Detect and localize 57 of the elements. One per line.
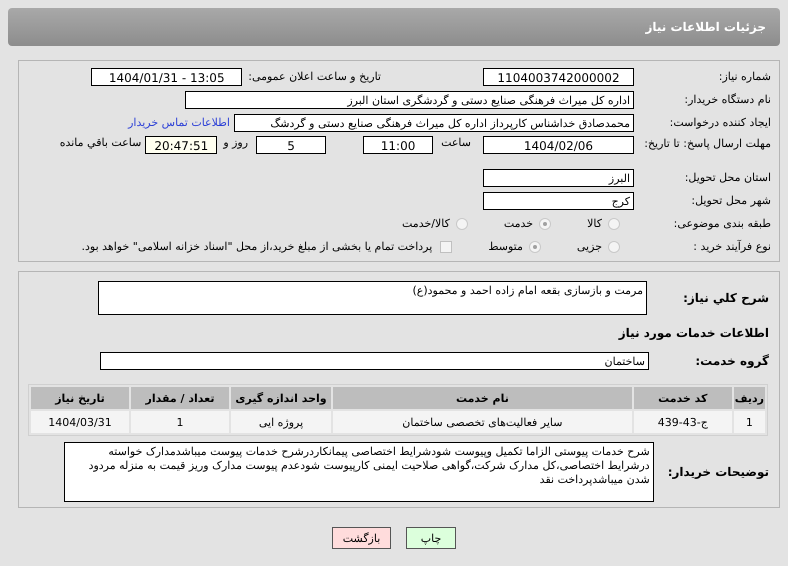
field-label: گروه خدمت: [699,354,770,368]
table-cell: سایر فعالیت‌های تخصصی ساختمان [333,411,632,433]
back-button[interactable]: بازگشت [332,527,391,549]
field-label: ایجاد کننده درخواست: [668,116,772,129]
column-header: واحد اندازه گیری [231,387,331,409]
field-label: تاریخ و ساعت اعلان عمومی: [248,70,381,83]
contact-link[interactable]: اطلاعات تماس خریدار [128,116,230,129]
column-header: نام خدمت [333,387,632,409]
text-field[interactable]: اداره کل میراث فرهنگی صنایع دستی و گردشگری استان البرز [185,90,634,108]
radio-button[interactable] [608,218,620,230]
days-label: روز و [223,136,248,149]
column-header: کد خدمت [634,387,732,409]
table-cell: پروژه ایی [231,411,331,433]
table-cell: 1 [131,411,229,433]
table-cell: ج-43-439 [634,411,732,433]
radio-button[interactable] [608,240,620,252]
text-field[interactable]: 11:00 [363,136,434,154]
column-header: تاریخ نیاز [31,387,129,409]
text-field[interactable]: 1404/01/31 - 13:05 [91,68,242,86]
field-label: شرح کلي نياز: [687,291,770,305]
radio-label: خدمت [504,217,534,230]
text-field[interactable]: کرج [483,192,634,210]
text-field[interactable]: 1104003742000002 [483,68,634,86]
radio-button[interactable] [539,218,552,230]
section-heading: اطلاعات خدمات مورد نیاز [617,325,770,342]
notes-textarea[interactable]: شرح خدمات پیوستی الزاما تکمیل وپیوست شودشرایط اختصاصی پیمانکاردرشرح خدمات پیوست میباشدمدارک خواسته درشرایط اختصاصی،کل مدارک شرکت،گواهی صلاحیت ایمنی کارپیوست شودعدم پیوست مدارک وریز قیمت به منزله مردود شدن میباشدپرداخت نقد [64,442,654,502]
radio-label: کالا [587,217,602,230]
page-header: جزئیات اطلاعات نیاز [8,8,780,46]
field-label: نوع فرآیند خرید : [692,240,772,253]
remaining-label: ساعت باقي مانده [60,136,142,149]
print-button[interactable]: چاپ [406,527,456,549]
time-label: ساعت [441,136,471,149]
radio-button[interactable] [528,240,541,252]
text-field[interactable]: البرز [483,168,634,186]
field-label: طبقه بندی موضوعی: [672,217,772,230]
field-label: شماره نیاز: [718,70,772,83]
radio-label: جزیی [576,240,602,253]
text-field[interactable]: 1404/02/06 [483,136,634,154]
text-field[interactable]: 5 [256,136,326,154]
column-header: ردیف [734,387,765,409]
text-field[interactable]: ساختمان [100,352,649,370]
table-cell: 1 [734,411,765,433]
table-cell: 1404/03/31 [31,411,129,433]
field-label: استان محل تحویل: [684,171,772,184]
radio-label: کالا/خدمت [402,217,450,230]
field-label: توضیحات خریدار: [668,465,770,479]
payment-note: پرداخت تمام یا بخشی از مبلغ خرید،از محل "اسناد خزانه اسلامی" خواهد بود. [82,240,432,253]
field-label: نام دستگاه خریدار: [683,93,772,106]
radio-label: متوسط [488,240,523,253]
radio-button[interactable] [456,218,468,230]
field-label: مهلت ارسال پاسخ: تا تاریخ: [643,136,772,151]
text-field[interactable]: محمدصادق خداشناس کارپرداز اداره کل میراث فرهنگی صنایع دستی و گردشگ [234,114,634,132]
field-label: شهر محل تحویل: [690,194,772,207]
countdown-field[interactable]: 20:47:51 [145,136,218,154]
summary-textarea[interactable]: مرمت و بازسازی بقعه امام زاده احمد و محمود(ع) [98,281,647,315]
column-header: تعداد / مقدار [131,387,229,409]
checkbox[interactable] [440,240,452,252]
